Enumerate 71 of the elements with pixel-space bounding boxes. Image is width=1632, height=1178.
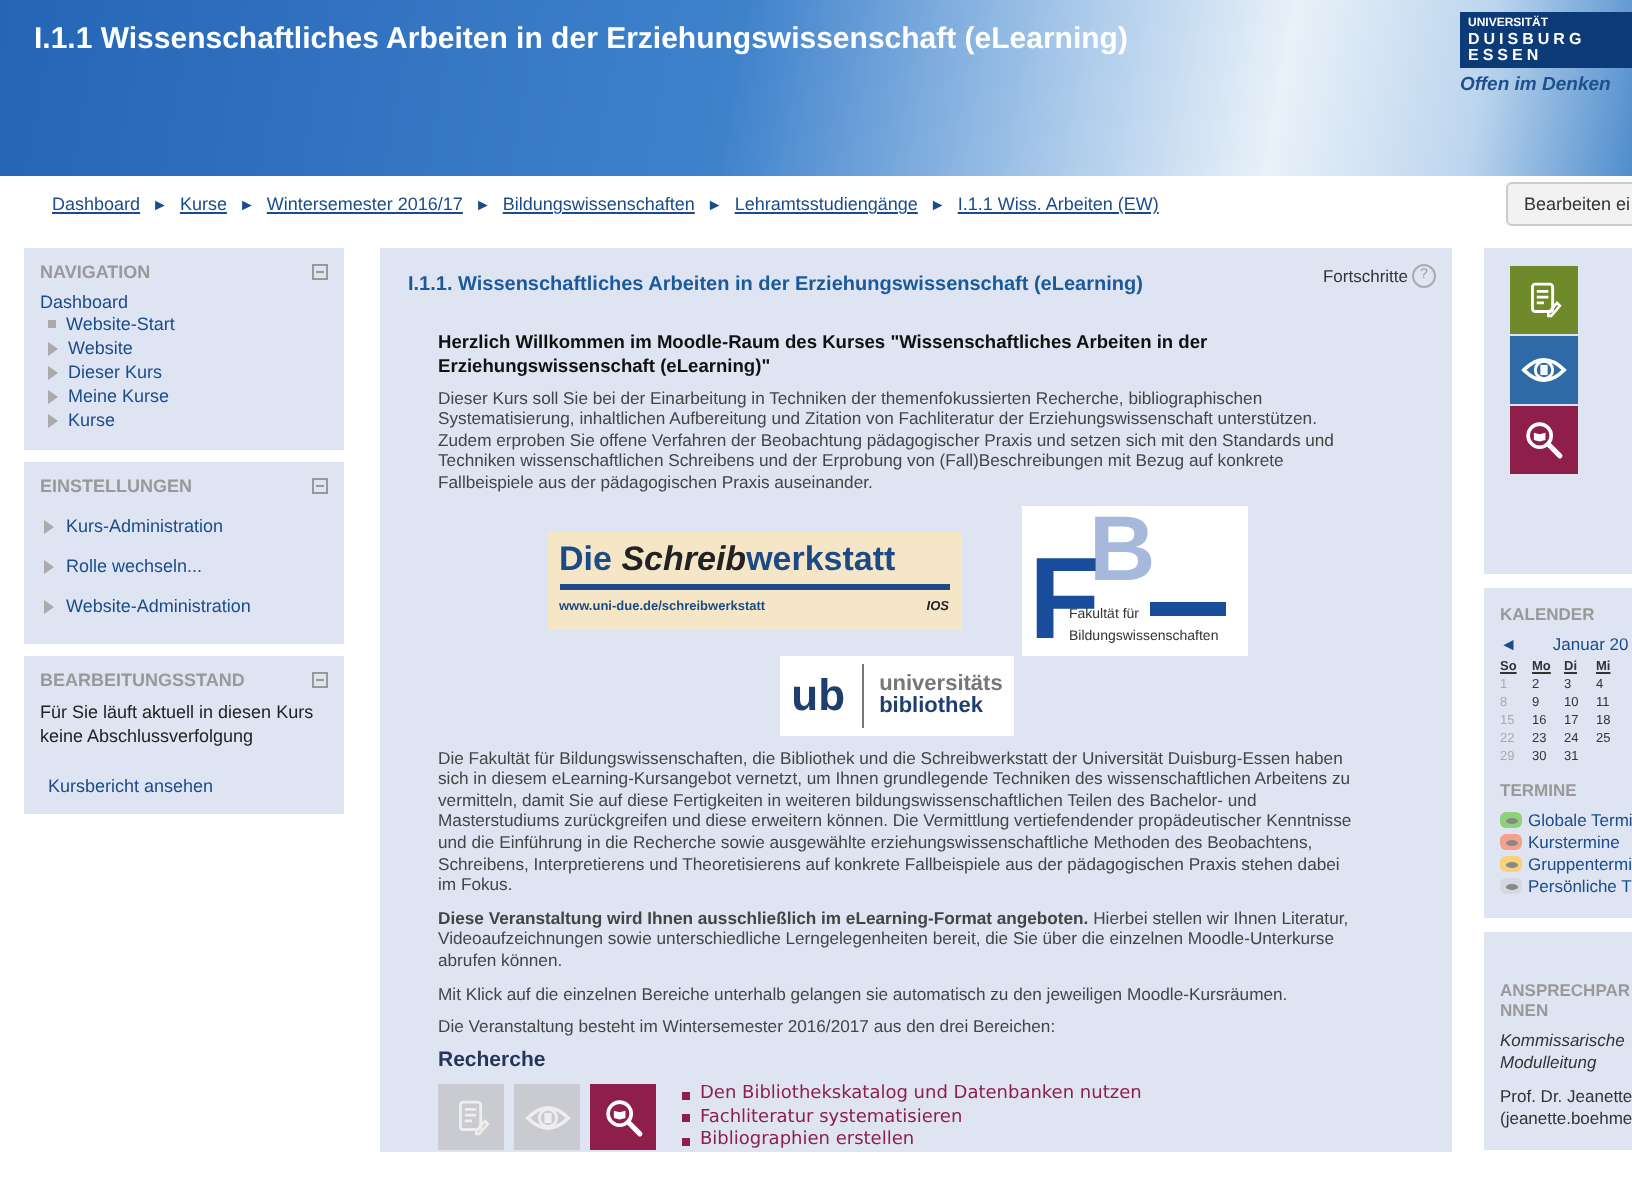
breadcrumb-link[interactable]: Kurse <box>179 194 227 214</box>
breadcrumb-link[interactable]: Dashboard <box>52 194 141 214</box>
library-logo[interactable]: ub universitäts bibliothek <box>779 655 1015 736</box>
breadcrumb-link[interactable]: Wintersemester 2016/17 <box>266 194 463 214</box>
search-tile[interactable] <box>590 1084 656 1151</box>
progress-text: Für Sie läuft aktuell in diesen Kurs keine Abschlussverfolgung <box>40 700 316 748</box>
observe-tile[interactable] <box>1510 336 1578 404</box>
course-title: I.1.1 Wissenschaftliches Arbeiten in der Erziehungswissenschaft (eLearning) <box>34 22 1128 56</box>
write-tile[interactable] <box>1510 266 1578 334</box>
nav-link[interactable]: Kurse <box>68 410 116 430</box>
paragraph: Die Fakultät für Bildungswissenschaften, die Bibliothek und die Schreibwerkstatt der Universität Duisburg-Essen haben sich in diesem eLearning-Kursangebot vernetzt, um Ihnen grundlegende Techniken des wissenschaftlichen Arbeitens zu vermitteln, damit Sie auf diese Fertigkeiten in weiteren bildungswissenschaftlichen Teilen des Bachelor- und Masterstudiums zurückgreifen und diese erweitern können. Die Vermittlung vertiefendender propädeutischer Kenntnisse und die Einführung in die Recherche sowie ausgewählte erziehungswissenschaftliche Methoden des Beobachtens, Schreibens, Interpretierens und Theoretisierens auf konkrete Fallbeispiele aus der pädagogischen Praxis stehen dabei im Fokus. <box>438 747 1354 896</box>
edit-button[interactable]: Bearbeiten ei <box>1505 182 1632 226</box>
expand-arrow-icon <box>44 519 54 533</box>
block-title: ANSPRECHPAR <box>1500 980 1632 1000</box>
topic-link[interactable]: Fachliteratur systematisieren <box>682 1107 1142 1129</box>
topic-link[interactable]: Bibliographien erstellen <box>682 1130 1142 1153</box>
breadcrumb-separator: ► <box>152 195 168 213</box>
observe-tile[interactable] <box>514 1084 580 1151</box>
event-type-dot[interactable] <box>1500 834 1522 850</box>
nav-link[interactable]: Website-Start <box>66 314 175 334</box>
contact-person: (jeanette.boehme <box>1500 1108 1632 1130</box>
settings-link[interactable]: Website-Administration <box>66 596 251 616</box>
paragraph: Diese Veranstaltung wird Ihnen ausschließlich im eLearning-Format angeboten. Hierbei stellen wir Ihnen Literatur, Videoaufzeichnungen sowie unterschiedliche Lerngelegenheiten bereit, die Sie über die einzelnen Moodle-Unterkurse abrufen können. <box>438 907 1351 971</box>
nav-link[interactable]: Website <box>68 338 133 358</box>
breadcrumb-separator: ► <box>706 195 723 213</box>
event-type-dot[interactable] <box>1500 856 1522 872</box>
breadcrumb-link[interactable]: Bildungswissenschaften <box>502 194 695 214</box>
block-title: TERMINE <box>1500 780 1579 800</box>
expand-arrow-icon <box>44 559 54 573</box>
section-title: I.1.1. Wissenschaftliches Arbeiten in der Erziehungswissenschaft (eLearning) <box>408 276 1143 298</box>
topic-link[interactable]: Den Bibliothekskatalog und Datenbanken nutzen <box>682 1084 1142 1106</box>
event-type-link[interactable]: Globale Termi <box>1528 810 1632 830</box>
block-title: NAVIGATION <box>40 262 151 282</box>
search-tile[interactable] <box>1510 406 1578 474</box>
block-title: NNEN <box>1500 1000 1551 1020</box>
block-title: EINSTELLUNGEN <box>40 476 193 496</box>
intro-paragraph: Dieser Kurs soll Sie bei der Einarbeitung in Techniken der themenfokussierten Recherche, bibliographischen Systematisierung, inhaltlichen Aufbereitung und Zitation von Fachliteratur der Erziehungswissenschaft unterstützen. Zudem erproben Sie offene Verfahren der Beobachtung pädagogischer Praxis und setzen sich mit den Standards und Techniken wissenschaftlichen Schreibens und der Erprobung von (Fall)Beschreibungen mit Bezug auf konkrete Fallbeispiele aus der pädagogischen Praxis auseinander. <box>438 387 1336 494</box>
contact-role: Modulleitung <box>1500 1052 1599 1074</box>
report-link[interactable]: Kursbericht ansehen <box>40 776 328 796</box>
event-type-dot[interactable] <box>1500 878 1522 894</box>
paragraph: Die Veranstaltung besteht im Wintersemester 2016/2017 aus den drei Bereichen: <box>438 1016 1058 1038</box>
progress-label: Fortschritte <box>1322 265 1408 287</box>
block-title: BEARBEITUNGSSTAND <box>40 670 245 690</box>
breadcrumb-separator: ► <box>929 195 946 213</box>
nav-link[interactable]: Dashboard <box>40 292 328 312</box>
calendar-month: Januar 20 <box>1552 634 1629 654</box>
collapse-icon[interactable] <box>312 672 328 688</box>
breadcrumb-separator: ► <box>238 195 255 213</box>
previous-month-button[interactable]: ◄ <box>1500 634 1517 654</box>
settings-link[interactable]: Kurs-Administration <box>66 516 224 536</box>
slogan: Offen im Denken <box>1460 74 1611 96</box>
event-type-link[interactable]: Persönliche T <box>1528 876 1632 896</box>
nav-link[interactable]: Meine Kurse <box>68 386 170 406</box>
breadcrumb-separator: ► <box>474 195 491 213</box>
write-tile[interactable] <box>438 1084 504 1151</box>
nav-link[interactable]: Dieser Kurs <box>68 362 163 382</box>
contact-role: Kommissarische <box>1500 1030 1627 1052</box>
event-type-link[interactable]: Gruppentermi <box>1528 854 1632 874</box>
paragraph: Mit Klick auf die einzelnen Bereiche unterhalb gelangen sie automatisch zu den jeweiligen Moodle-Kursräumen. <box>438 983 1290 1005</box>
collapse-icon[interactable] <box>312 478 328 494</box>
breadcrumb-link[interactable]: I.1.1 Wiss. Arbeiten (EW) <box>957 194 1159 214</box>
event-type-link[interactable]: Kurstermine <box>1528 832 1620 852</box>
block-title: KALENDER <box>1500 604 1597 624</box>
contact-person: Prof. Dr. Jeanette <box>1500 1086 1632 1108</box>
collapse-icon[interactable] <box>312 264 328 280</box>
breadcrumb-link[interactable]: Lehramtsstudiengänge <box>734 194 918 214</box>
event-type-dot[interactable] <box>1500 812 1522 828</box>
settings-link[interactable]: Rolle wechseln... <box>66 556 203 576</box>
expand-arrow-icon <box>44 599 54 613</box>
welcome-heading: Herzlich Willkommen im Moodle-Raum des Kurses "Wissenschaftliches Arbeiten in der Erziehungswissenschaft (eLearning)" <box>438 329 1210 378</box>
area-heading: Recherche <box>438 1049 548 1071</box>
